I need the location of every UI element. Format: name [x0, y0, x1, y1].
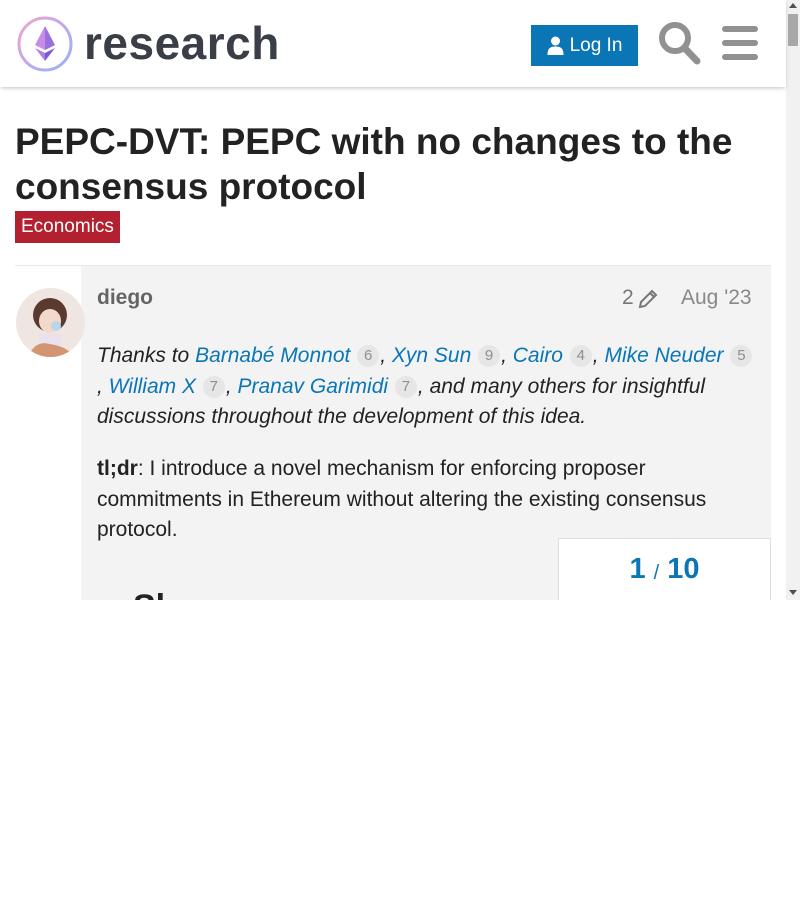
ethereum-logo[interactable]	[16, 15, 74, 73]
author-avatar[interactable]	[16, 288, 85, 357]
mention-link[interactable]: Mike Neuder	[604, 344, 723, 367]
mention-count-badge: 7	[202, 375, 225, 398]
acknowledgements-paragraph: Thanks to Barnabé Monnot 6, Xyn Sun 9, C…	[97, 341, 757, 433]
vertical-scrollbar[interactable]	[786, 0, 800, 600]
edit-count: 2	[622, 286, 634, 309]
mention-link[interactable]: Xyn Sun	[392, 344, 471, 367]
thanks-prefix: Thanks to	[97, 344, 196, 367]
tldr-text: : I introduce a novel mechanism for enfo…	[97, 457, 707, 541]
mention-count-badge: 4	[569, 345, 592, 367]
pencil-icon	[638, 289, 658, 309]
scroll-down-arrow-icon[interactable]	[789, 590, 797, 595]
login-label: Log In	[569, 34, 623, 56]
mention-link[interactable]: Cairo	[513, 344, 563, 367]
progress-separator: /	[653, 562, 660, 584]
site-name[interactable]: research	[84, 14, 280, 72]
mention-count-badge: 7	[394, 375, 417, 398]
section-heading: Sl	[133, 588, 165, 600]
topic-progress[interactable]: 1 / 10	[558, 538, 771, 600]
mention-count-badge: 6	[357, 345, 380, 367]
site-header: research Log In	[0, 0, 786, 87]
edit-history[interactable]: 2	[622, 286, 660, 310]
progress-total: 10	[667, 553, 700, 585]
viewport: research Log In PEPC-DVT: PEPC with no c…	[0, 0, 800, 600]
category-badge[interactable]: Economics	[15, 211, 120, 243]
login-button[interactable]: Log In	[531, 25, 638, 66]
hamburger-menu-icon[interactable]	[722, 23, 758, 63]
progress-current: 1	[629, 553, 646, 585]
mention-link[interactable]: Barnabé Monnot	[195, 344, 350, 367]
tldr-paragraph: tl;dr: I introduce a novel mechanism for…	[97, 454, 757, 546]
user-icon	[547, 36, 564, 55]
search-icon[interactable]	[657, 20, 701, 66]
scrollbar-thumb[interactable]	[788, 14, 798, 46]
mention-count-badge: 5	[730, 345, 753, 367]
topic-title: PEPC-DVT: PEPC with no changes to the co…	[15, 121, 733, 207]
tldr-label: tl;dr	[97, 457, 138, 480]
mention-link[interactable]: Pranav Garimidi	[238, 375, 389, 398]
mention-link[interactable]: William X	[109, 375, 196, 398]
author-username[interactable]: diego	[97, 286, 153, 310]
mention-count-badge: 9	[478, 345, 501, 367]
scroll-up-arrow-icon[interactable]	[789, 3, 797, 8]
post-date[interactable]: Aug '23	[681, 286, 752, 310]
